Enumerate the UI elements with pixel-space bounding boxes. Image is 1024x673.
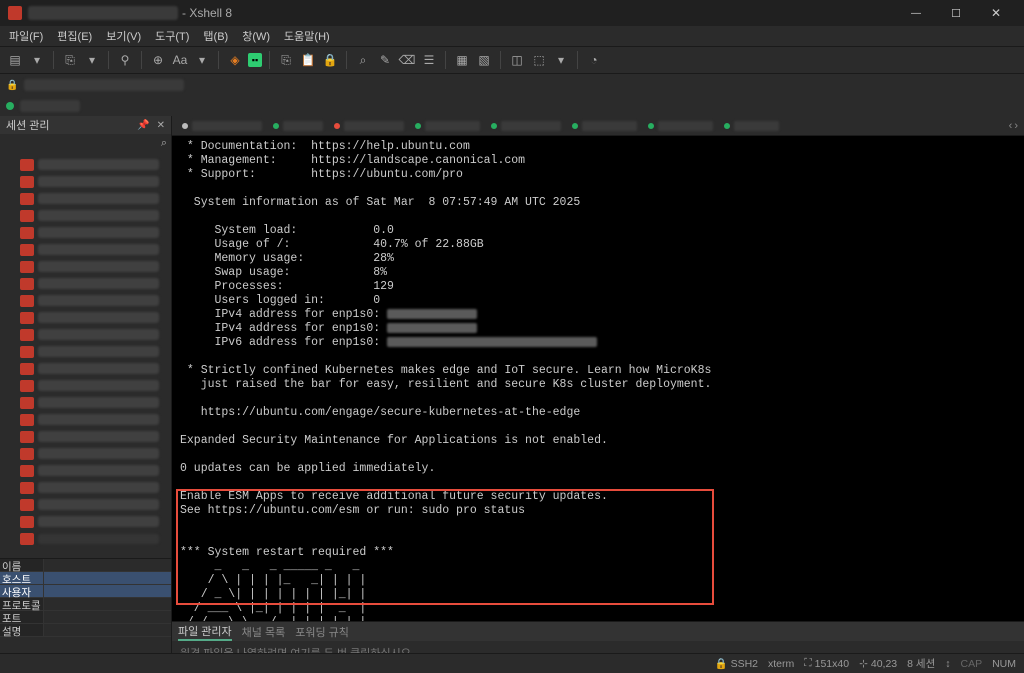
scroll-left-icon[interactable]: ‹ <box>1009 120 1013 132</box>
app-icon <box>8 6 22 20</box>
menu-help[interactable]: 도움말(H) <box>281 26 333 46</box>
terminal-tab[interactable] <box>411 118 484 134</box>
tabname-blur[interactable] <box>20 100 80 112</box>
maximize-button[interactable] <box>936 0 976 26</box>
terminal-tab[interactable] <box>178 118 266 134</box>
prop-host: 호스트 <box>0 572 44 585</box>
sidebar: 세션 관리 📌 ✕ ⌕ <box>0 116 172 663</box>
copy-icon[interactable]: ⎘ <box>277 51 295 69</box>
dropdown2-icon[interactable]: ▾ <box>83 51 101 69</box>
green-icon[interactable]: ▪▪ <box>248 53 262 67</box>
prop-desc: 설명 <box>0 624 44 637</box>
terminal-tab[interactable] <box>269 118 327 134</box>
font-icon[interactable]: Aa <box>171 51 189 69</box>
menu-tools[interactable]: 도구(T) <box>152 26 192 46</box>
title-blur <box>28 6 178 20</box>
find-icon[interactable]: ⌕ <box>354 51 372 69</box>
pos-icon: ⊹ <box>859 658 868 670</box>
tile2-icon[interactable]: ▧ <box>475 51 493 69</box>
prop-name: 이름 <box>0 559 44 572</box>
connect-icon[interactable]: ⎘ <box>61 51 79 69</box>
terminal-tab[interactable] <box>487 118 565 134</box>
lock-icon[interactable]: 🔒 <box>321 51 339 69</box>
menu-view[interactable]: 보기(V) <box>103 26 144 46</box>
terminal[interactable]: * Documentation: https://help.ubuntu.com… <box>172 136 1024 621</box>
prop-user: 사용자 이름 <box>0 585 44 598</box>
bottom-tabs: 파일 관리자 채널 목록 포워딩 규칙 <box>172 621 1024 641</box>
split-h-icon[interactable]: ⬚ <box>530 51 548 69</box>
prop-proto: 프로토콜 <box>0 598 44 611</box>
ssh-icon: 🔒 <box>714 657 727 670</box>
tile-icon[interactable]: ▦ <box>453 51 471 69</box>
window-title: - Xshell 8 <box>182 6 232 20</box>
split-v-icon[interactable]: ◫ <box>508 51 526 69</box>
terminal-tab[interactable] <box>330 118 408 134</box>
scroll-right-icon[interactable]: › <box>1014 120 1018 132</box>
menu-edit[interactable]: 편집(E) <box>54 26 95 46</box>
tab-forwarding[interactable]: 포워딩 규칙 <box>295 624 349 640</box>
terminal-tab[interactable] <box>568 118 641 134</box>
dropdown3-icon[interactable]: ▾ <box>193 51 211 69</box>
edit-icon[interactable]: ✎ <box>376 51 394 69</box>
statusbar: 🔒SSH2 xterm ⛶151x40 ⊹40,23 8 세션 ↕ CAP NU… <box>0 653 1024 673</box>
tab-channels[interactable]: 채널 목록 <box>242 624 286 640</box>
addr-lock-icon: 🔒 <box>6 80 18 91</box>
terminal-tab[interactable] <box>720 118 783 134</box>
addressbar: 🔒 <box>0 74 1024 96</box>
terminal-tab[interactable] <box>644 118 717 134</box>
menubar: 파일(F) 편집(E) 보기(V) 도구(T) 탭(B) 창(W) 도움말(H) <box>0 26 1024 46</box>
search-icon[interactable]: ⌕ <box>161 137 167 150</box>
titlebar: - Xshell 8 <box>0 0 1024 26</box>
link-icon[interactable]: ⚲ <box>116 51 134 69</box>
menu-window[interactable]: 창(W) <box>239 26 273 46</box>
paste-icon[interactable]: 📋 <box>299 51 317 69</box>
list-icon[interactable]: ☰ <box>420 51 438 69</box>
session-tree[interactable] <box>0 152 171 558</box>
close-panel-icon[interactable]: ✕ <box>157 120 165 131</box>
xagent-icon[interactable]: ◈ <box>226 51 244 69</box>
size-icon: ⛶ <box>804 657 811 670</box>
globe-icon[interactable]: ⊕ <box>149 51 167 69</box>
addr-blur <box>24 79 184 91</box>
sidebar-header: 세션 관리 📌 ✕ <box>0 116 171 134</box>
chat-icon[interactable]: ◔ <box>585 51 603 69</box>
close-button[interactable] <box>976 0 1016 26</box>
status-dot <box>6 102 14 110</box>
new-session-icon[interactable]: ▤ <box>6 51 24 69</box>
content-tabs: ‹› <box>172 116 1024 136</box>
clear-icon[interactable]: ⌫ <box>398 51 416 69</box>
dropdown-icon[interactable]: ▾ <box>28 51 46 69</box>
menu-tab[interactable]: 탭(B) <box>200 26 231 46</box>
toolbar: ▤ ▾ ⎘ ▾ ⚲ ⊕ Aa ▾ ◈ ▪▪ ⎘ 📋 🔒 ⌕ ✎ ⌫ ☰ ▦ ▧ … <box>0 46 1024 74</box>
prop-port: 포트 <box>0 611 44 624</box>
menu-file[interactable]: 파일(F) <box>6 26 46 46</box>
tab-filemanager[interactable]: 파일 관리자 <box>178 623 232 641</box>
sidebar-title: 세션 관리 <box>6 117 50 133</box>
pin-icon[interactable]: 📌 <box>137 120 149 131</box>
tabstrip <box>0 96 1024 116</box>
minimize-button[interactable] <box>896 0 936 26</box>
property-grid: 이름 호스트 사용자 이름 프로토콜 포트 설명 <box>0 558 171 663</box>
layout-dd-icon[interactable]: ▾ <box>552 51 570 69</box>
